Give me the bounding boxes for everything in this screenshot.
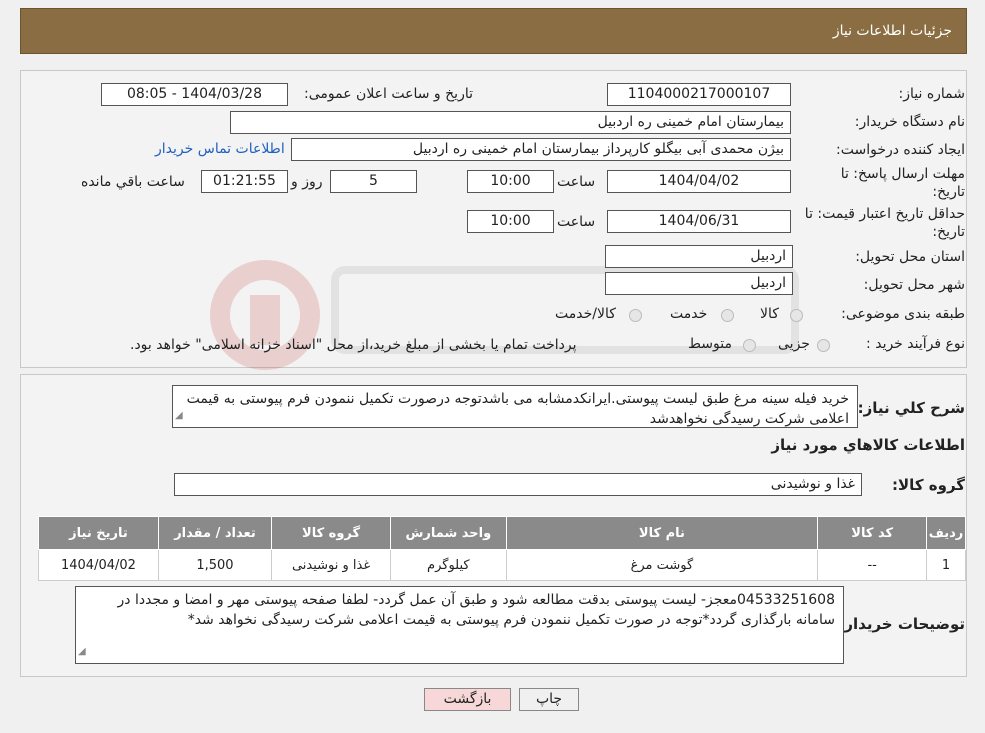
response-deadline-time-field: 10:00 — [467, 170, 554, 193]
cell-need-date: 1404/04/02 — [38, 549, 159, 581]
buyer-contact-link[interactable]: اطلاعات تماس خریدار — [155, 141, 285, 157]
cell-row-number: 1 — [926, 549, 966, 581]
remaining-time-label: ساعت باقي مانده — [81, 174, 185, 190]
buyer-org-field: بیمارستان امام خمینی ره اردبیل — [230, 111, 791, 134]
response-deadline-label: مهلت ارسال پاسخ: تا — [840, 166, 965, 182]
buyer-notes-label: توضیحات خریدار: — [838, 615, 965, 633]
request-creator-label: ایجاد کننده درخواست: — [836, 142, 965, 158]
buyer-notes-text: 04533251608معجز- لیست پیوستی بدقت مطالعه… — [117, 592, 835, 628]
goods-group-field: غذا و نوشیدنی — [174, 473, 862, 496]
delivery-city-field: اردبیل — [605, 272, 793, 295]
col-need-date: تاریخ نیاز — [38, 516, 159, 550]
resize-grip-icon[interactable]: ◢ — [78, 642, 86, 662]
process-minor-radio[interactable] — [817, 339, 830, 352]
col-unit: واحد شمارش — [390, 516, 507, 550]
process-medium-label: متوسط — [688, 336, 732, 352]
cell-goods-code: -- — [817, 549, 928, 581]
request-creator-field: بیژن محمدی آبی بیگلو کارپرداز بیمارستان … — [291, 138, 791, 161]
announce-datetime-field: 1404/03/28 - 08:05 — [101, 83, 288, 106]
need-number-field: 1104000217000107 — [607, 83, 791, 106]
category-goods-label: کالا — [760, 306, 779, 322]
category-goods-service-label: کالا/خدمت — [555, 306, 616, 322]
buyer-org-label: نام دستگاه خریدار: — [854, 114, 965, 130]
col-quantity: تعداد / مقدار — [157, 516, 272, 550]
col-goods-group: گروه کالا — [270, 516, 392, 550]
resize-grip-icon[interactable]: ◢ — [175, 406, 183, 426]
general-description-textarea[interactable]: خرید فیله سینه مرغ طبق لیست پیوستی.ایران… — [172, 385, 858, 428]
delivery-city-label: شهر محل تحویل: — [863, 277, 965, 293]
goods-section-title: اطلاعات کالاهاي مورد نياز — [771, 436, 965, 454]
print-button[interactable]: چاپ — [519, 688, 579, 711]
process-minor-label: جزیی — [778, 336, 810, 352]
response-time-label: ساعت — [557, 174, 596, 190]
page-header: جزئیات اطلاعات نیاز — [20, 8, 967, 54]
category-label: طبقه بندی موضوعی: — [841, 306, 965, 322]
cell-quantity: 1,500 — [157, 549, 272, 581]
category-service-radio[interactable] — [721, 309, 734, 322]
goods-table: رديف کد کالا نام کالا واحد شمارش گروه کا… — [38, 516, 966, 581]
col-row-number: رديف — [926, 516, 966, 550]
back-button[interactable]: بازگشت — [424, 688, 511, 711]
response-deadline-date-field: 1404/04/02 — [607, 170, 791, 193]
table-row: 1 -- گوشت مرغ کیلوگرم غذا و نوشیدنی 1,50… — [38, 549, 966, 581]
price-validity-date-field: 1404/06/31 — [607, 210, 791, 233]
col-goods-name: نام کالا — [505, 516, 819, 550]
announce-datetime-label: تاریخ و ساعت اعلان عمومی: — [304, 86, 473, 102]
remaining-time-field: 01:21:55 — [201, 170, 288, 193]
price-validity-label: حداقل تاریخ اعتبار قیمت: تا — [804, 206, 965, 222]
treasury-payment-note: پرداخت تمام یا بخشی از مبلغ خرید،از محل … — [130, 337, 577, 353]
price-validity-date-label: تاریخ: — [932, 224, 965, 240]
goods-table-header: رديف کد کالا نام کالا واحد شمارش گروه کا… — [38, 516, 966, 550]
validity-time-label: ساعت — [557, 214, 596, 230]
category-service-label: خدمت — [670, 306, 708, 322]
delivery-province-field: اردبیل — [605, 245, 793, 268]
general-description-text: خرید فیله سینه مرغ طبق لیست پیوستی.ایران… — [186, 391, 849, 427]
response-deadline-date-label: تاریخ: — [932, 184, 965, 200]
col-goods-code: کد کالا — [817, 516, 928, 550]
purchase-process-label: نوع فرآیند خرید : — [866, 336, 965, 352]
buyer-notes-textarea[interactable]: 04533251608معجز- لیست پیوستی بدقت مطالعه… — [75, 586, 844, 664]
goods-group-label: گروه کالا: — [892, 476, 965, 494]
cell-unit: کیلوگرم — [390, 549, 507, 581]
remaining-days-field: 5 — [330, 170, 417, 193]
delivery-province-label: استان محل تحویل: — [855, 249, 965, 265]
category-goods-radio[interactable] — [790, 309, 803, 322]
cell-goods-group: غذا و نوشیدنی — [270, 549, 392, 581]
cell-goods-name: گوشت مرغ — [505, 549, 819, 581]
page-title: جزئیات اطلاعات نیاز — [832, 23, 952, 39]
days-label: روز و — [291, 174, 323, 190]
price-validity-time-field: 10:00 — [467, 210, 554, 233]
need-number-label: شماره نیاز: — [898, 86, 966, 102]
category-goods-service-radio[interactable] — [629, 309, 642, 322]
process-medium-radio[interactable] — [743, 339, 756, 352]
general-description-label: شرح کلي نياز: — [857, 399, 965, 417]
